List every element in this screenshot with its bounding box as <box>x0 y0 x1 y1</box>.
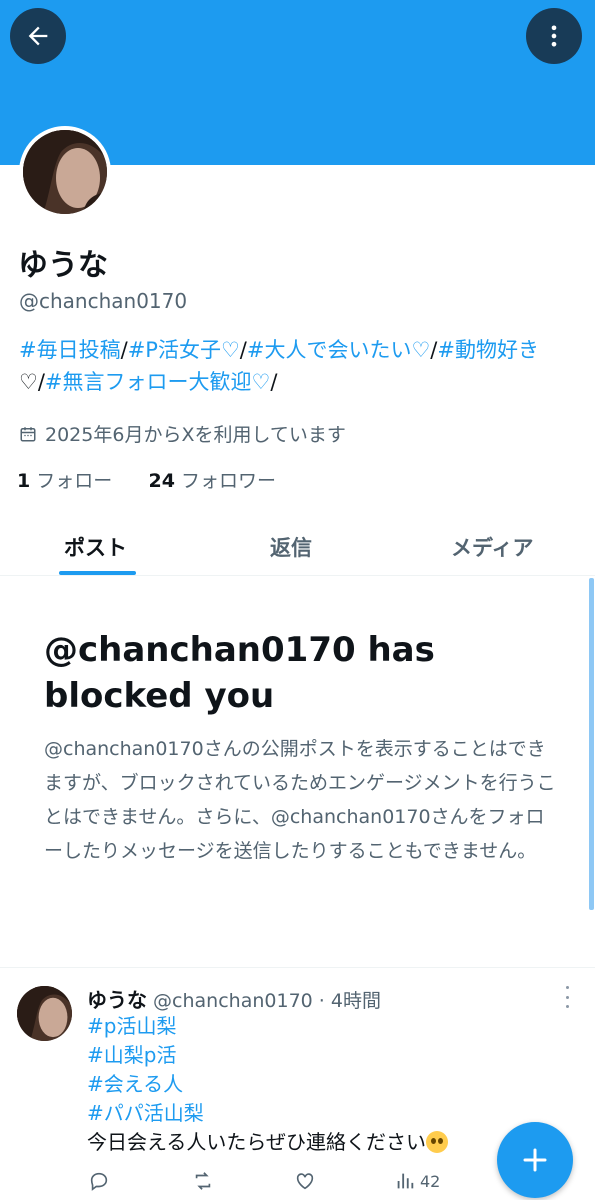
post-author-handle[interactable]: @chanchan0170 <box>153 990 313 1012</box>
scrollbar[interactable] <box>589 578 594 910</box>
plus-icon <box>523 1148 547 1172</box>
tab-media[interactable]: メディア <box>451 532 534 562</box>
profile-handle: @chanchan0170 <box>19 289 188 313</box>
following-link[interactable]: 1 フォロー <box>17 470 112 492</box>
pleading-face-emoji-icon <box>426 1131 448 1153</box>
bio-hashtag[interactable]: #大人で会いたい♡ <box>247 338 430 362</box>
post-body: #p活山梨 #山梨p活 #会える人 #パパ活山梨 今日会える人いたらぜひ連絡くだ… <box>87 1012 448 1157</box>
following-label: フォロー <box>36 470 113 492</box>
divider <box>0 967 595 968</box>
bio-hashtag[interactable]: #毎日投稿 <box>19 338 121 362</box>
bio-hashtag[interactable]: #動物好き <box>437 338 539 362</box>
more-dot-icon <box>565 1005 569 1008</box>
calendar-icon <box>20 426 36 441</box>
compose-button[interactable] <box>497 1122 573 1198</box>
bio-separator: / <box>270 370 278 394</box>
bio-separator: / <box>239 338 247 362</box>
followers-count: 24 <box>148 470 175 492</box>
arrow-left-icon <box>28 26 48 46</box>
profile-name: ゆうな <box>18 248 108 283</box>
profile-tabs: ポスト 返信 メディア <box>0 518 595 576</box>
post-text: 今日会える人いたらぜひ連絡ください <box>87 1130 426 1154</box>
like-button[interactable] <box>294 1170 316 1192</box>
post-hashtag[interactable]: #p活山梨 <box>87 1012 448 1041</box>
views-button[interactable]: 42 <box>394 1170 440 1192</box>
reply-icon <box>90 1172 108 1191</box>
views-count: 42 <box>420 1171 441 1191</box>
repost-button[interactable] <box>191 1170 215 1192</box>
active-tab-indicator <box>59 571 136 575</box>
bio-hashtag[interactable]: #無言フォロー大歓迎♡ <box>45 370 270 394</box>
post-time[interactable]: 4時間 <box>331 990 381 1012</box>
post-hashtag[interactable]: #会える人 <box>87 1070 448 1099</box>
joined-date: 2025年6月からXを利用しています <box>19 420 346 447</box>
followers-link[interactable]: 24 フォロワー <box>149 470 277 492</box>
blocked-title: @chanchan0170 has blocked you <box>44 630 435 716</box>
post-more-button[interactable] <box>559 986 575 1008</box>
joined-text: 2025年6月からXを利用しています <box>45 424 346 446</box>
profile-avatar[interactable] <box>19 126 111 218</box>
post-hashtag[interactable]: #山梨p活 <box>87 1041 448 1070</box>
followers-label: フォロワー <box>181 470 277 492</box>
profile-bio: #毎日投稿/#P活女子♡/#大人で会いたい♡/#動物好き ♡/#無言フォロー大歓迎… <box>19 334 579 398</box>
more-dot-icon <box>565 995 569 999</box>
repost-icon <box>195 1172 211 1190</box>
post-separator: · <box>318 990 325 1012</box>
post-avatar[interactable] <box>17 986 72 1041</box>
bio-separator: / <box>120 338 128 362</box>
tab-replies[interactable]: 返信 <box>270 532 312 562</box>
views-chart-icon <box>397 1173 414 1189</box>
back-button[interactable] <box>10 8 66 64</box>
heart-icon <box>296 1173 314 1190</box>
post-header: ゆうな @chanchan0170 · 4時間 <box>87 984 381 1013</box>
more-options-button[interactable] <box>526 8 582 64</box>
reply-button[interactable] <box>88 1170 110 1192</box>
post-author-name[interactable]: ゆうな <box>87 988 147 1012</box>
more-vertical-icon <box>551 25 557 47</box>
tab-posts[interactable]: ポスト <box>64 532 127 562</box>
post-hashtag[interactable]: #パパ活山梨 <box>87 1099 448 1128</box>
bio-hashtag[interactable]: #P活女子♡ <box>128 338 240 362</box>
follow-stats: 1 フォロー 24 フォロワー <box>17 466 276 493</box>
following-count: 1 <box>17 470 31 492</box>
blocked-description: @chanchan0170さんの公開ポストを表示することはできますが、ブロックさ… <box>44 738 556 862</box>
bio-separator: ♡/ <box>19 370 45 394</box>
more-dot-icon <box>565 986 569 989</box>
